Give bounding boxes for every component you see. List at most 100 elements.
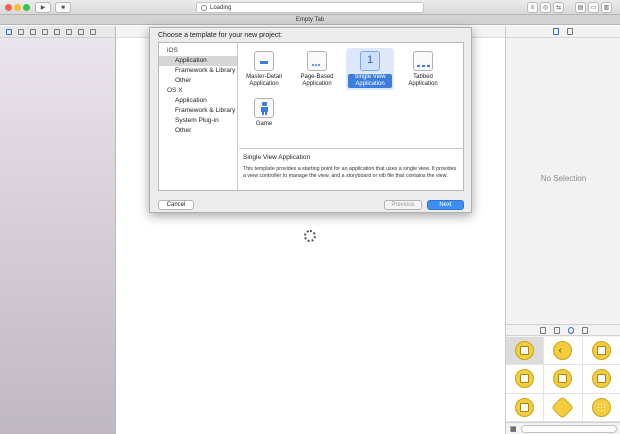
media-library-icon[interactable] <box>581 326 588 334</box>
view-controller-object-icon <box>515 341 535 361</box>
table-view-controller-object-icon <box>591 341 611 361</box>
activity-spinner-icon <box>201 4 207 11</box>
version-editor-button[interactable]: ⇆ <box>553 2 564 13</box>
toggle-navigator-button[interactable]: ▤ <box>575 2 586 13</box>
navigator-selector-bar <box>0 26 115 38</box>
description-text: This template provides a starting point … <box>243 166 457 179</box>
collection-view-object-icon <box>591 397 611 417</box>
split-view-controller-object-icon <box>591 369 611 389</box>
library-filter-bar: ▦ <box>506 422 620 434</box>
run-button[interactable]: ▶ <box>35 2 51 13</box>
category-osx-framework-library[interactable]: Framework & Library <box>159 106 237 116</box>
test-navigator-icon[interactable] <box>54 28 60 35</box>
library-filter-input[interactable] <box>520 424 617 433</box>
library-item[interactable] <box>582 393 620 422</box>
report-navigator-icon[interactable] <box>90 28 96 35</box>
tabbed-icon <box>413 51 433 71</box>
master-detail-icon <box>254 51 274 71</box>
library-item[interactable] <box>582 337 620 366</box>
tab-title[interactable]: Empty Tab <box>296 17 324 23</box>
object-library-grid: ‹ <box>506 337 620 422</box>
category-ios-application[interactable]: Application <box>159 56 237 66</box>
template-description: Single View Application This template pr… <box>239 150 464 190</box>
template-page-based[interactable]: Page-Based Application <box>295 51 339 88</box>
glkit-view-controller-object-icon <box>551 395 575 419</box>
template-chooser-sheet: Choose a template for your new project: … <box>149 27 472 213</box>
window-toolbar: ▶ ■ Loading ≡ ◎ ⇆ ▤ ▭ ▥ <box>0 0 620 15</box>
category-group-ios: iOS <box>167 47 178 54</box>
library-item[interactable] <box>506 393 545 422</box>
sheet-title: Choose a template for your new project: <box>158 32 283 39</box>
description-title: Single View Application <box>243 154 311 161</box>
grid-view-icon[interactable]: ▦ <box>510 425 517 433</box>
find-navigator-icon[interactable] <box>30 28 36 35</box>
game-icon <box>254 98 274 118</box>
standard-editor-button[interactable]: ≡ <box>527 2 538 13</box>
library-item[interactable] <box>506 337 545 366</box>
library-item[interactable] <box>544 365 583 394</box>
file-template-library-icon[interactable] <box>539 326 546 334</box>
toggle-debug-button[interactable]: ▭ <box>588 2 599 13</box>
template-label: Master-Detail Application <box>246 74 282 87</box>
play-icon: ▶ <box>40 5 46 11</box>
standard-editor-icon: ≡ <box>530 4 535 11</box>
toggle-utilities-button[interactable]: ▥ <box>601 2 612 13</box>
category-ios-other[interactable]: Other <box>159 76 237 86</box>
navigator-panel-icon: ▤ <box>577 5 584 11</box>
inspector-selector-bar <box>506 26 620 38</box>
assistant-editor-button[interactable]: ◎ <box>540 2 551 13</box>
collection-view-controller-object-icon <box>515 369 535 389</box>
symbol-navigator-icon[interactable] <box>18 28 24 35</box>
breakpoint-navigator-icon[interactable] <box>78 28 84 35</box>
template-label: Page-Based Application <box>300 74 334 87</box>
library-item[interactable] <box>582 365 620 394</box>
template-label: Game <box>255 121 273 127</box>
library-selector-bar <box>506 324 620 336</box>
library-item[interactable]: ‹ <box>544 337 583 366</box>
utilities-panel-icon: ▥ <box>603 5 610 11</box>
navigator-pane <box>0 26 116 434</box>
minimize-window-button[interactable] <box>14 4 21 11</box>
previous-button[interactable]: Previous <box>384 200 422 210</box>
project-navigator-icon[interactable] <box>6 28 12 35</box>
object-library-icon[interactable] <box>567 326 574 334</box>
page-view-controller-object-icon <box>515 397 535 417</box>
debug-panel-icon: ▭ <box>590 5 597 11</box>
issue-navigator-icon[interactable] <box>42 28 48 35</box>
close-window-button[interactable] <box>5 4 12 11</box>
activity-view: Loading <box>196 2 424 13</box>
activity-text: Loading <box>210 4 232 11</box>
stop-button[interactable]: ■ <box>55 2 71 13</box>
library-item[interactable] <box>506 365 545 394</box>
sheet-body: iOS Application Framework & Library Othe… <box>158 42 464 191</box>
category-osx-application[interactable]: Application <box>159 96 237 106</box>
loading-spinner-icon <box>304 230 316 242</box>
quick-help-icon[interactable] <box>567 28 573 35</box>
category-ios-framework-library[interactable]: Framework & Library <box>159 66 237 76</box>
no-selection-label: No Selection <box>540 174 587 183</box>
assistant-editor-icon: ◎ <box>542 5 549 11</box>
cancel-button[interactable]: Cancel <box>158 200 194 210</box>
next-button[interactable]: Next <box>427 200 464 210</box>
category-osx-other[interactable]: Other <box>159 126 237 136</box>
template-master-detail[interactable]: Master-Detail Application <box>242 51 286 88</box>
template-label: Tabbed Application <box>408 74 438 87</box>
file-inspector-icon[interactable] <box>553 28 559 35</box>
version-editor-icon: ⇆ <box>555 5 562 11</box>
template-tabbed[interactable]: Tabbed Application <box>401 51 445 88</box>
category-osx-system-plugin[interactable]: System Plug-in <box>159 116 237 126</box>
single-view-icon: 1 <box>360 51 380 71</box>
template-game[interactable]: Game <box>242 98 286 128</box>
debug-navigator-icon[interactable] <box>66 28 72 35</box>
zoom-window-button[interactable] <box>23 4 30 11</box>
code-snippet-library-icon[interactable] <box>553 326 560 334</box>
template-single-view[interactable]: 1 Single View Application <box>346 48 394 90</box>
template-label: Single View Application <box>348 74 392 88</box>
tab-bar-controller-object-icon <box>553 369 573 389</box>
page-based-icon <box>307 51 327 71</box>
utilities-pane: No Selection ‹ ▦ <box>505 26 620 434</box>
library-item[interactable] <box>544 393 583 422</box>
navigation-controller-object-icon: ‹ <box>553 341 573 361</box>
tab-bar: Empty Tab <box>0 15 620 25</box>
template-grid: Master-Detail Application Page-Based App… <box>239 43 464 149</box>
